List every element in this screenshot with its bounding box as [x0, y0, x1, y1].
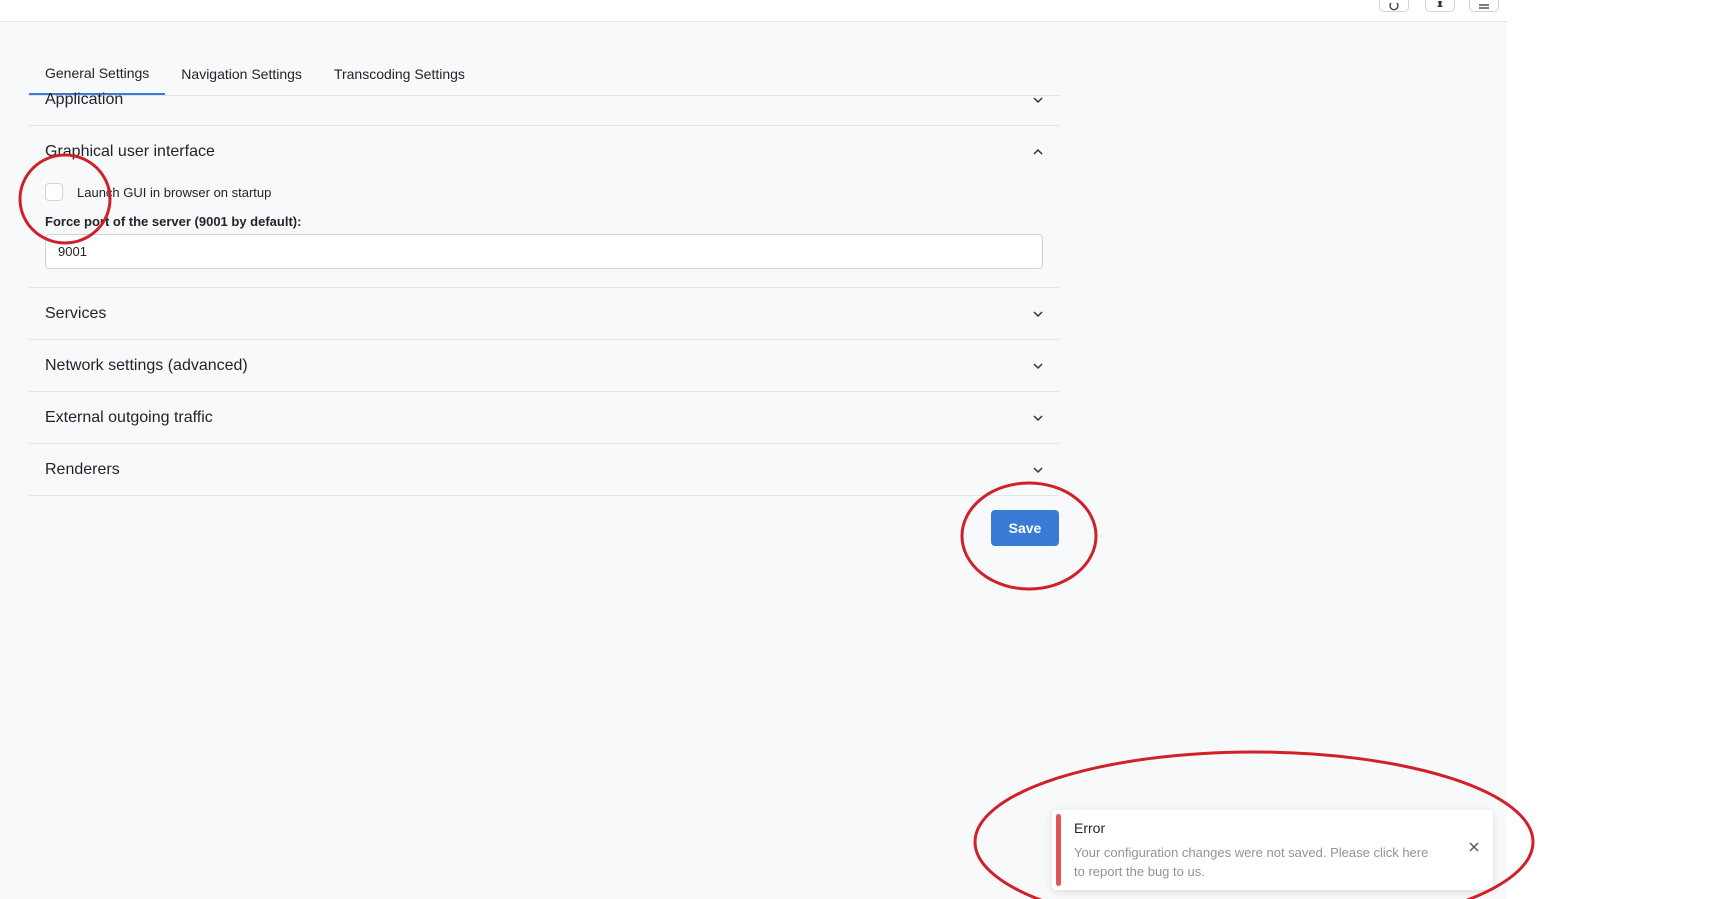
section-network: Network settings (advanced) — [29, 340, 1059, 392]
section-title: Application — [45, 90, 124, 108]
section-services-header[interactable]: Services — [29, 288, 1059, 339]
section-external-header[interactable]: External outgoing traffic — [29, 392, 1059, 443]
launch-gui-checkbox[interactable] — [45, 183, 63, 201]
section-title: Services — [45, 304, 107, 322]
chevron-up-icon — [1031, 145, 1045, 159]
port-input[interactable]: 9001 — [45, 234, 1043, 269]
section-network-header[interactable]: Network settings (advanced) — [29, 340, 1059, 391]
section-renderers: Renderers — [29, 444, 1059, 496]
section-renderers-header[interactable]: Renderers — [29, 444, 1059, 495]
chevron-down-icon — [1031, 463, 1045, 477]
section-title: Renderers — [45, 460, 120, 478]
toast-title: Error — [1074, 820, 1106, 836]
menu-icon[interactable] — [1469, 0, 1499, 12]
pin-icon[interactable] — [1425, 0, 1455, 12]
section-application-header[interactable]: Application — [29, 74, 1059, 125]
section-gui-header[interactable]: Graphical user interface — [29, 126, 1059, 177]
close-icon[interactable] — [1467, 840, 1481, 854]
save-button[interactable]: Save — [991, 510, 1059, 546]
section-title: Network settings (advanced) — [45, 356, 248, 374]
section-application: Application — [29, 74, 1059, 126]
chevron-down-icon — [1031, 307, 1045, 321]
section-services: Services — [29, 288, 1059, 340]
section-external-traffic: External outgoing traffic — [29, 392, 1059, 444]
top-header — [0, 0, 1507, 22]
toast-message[interactable]: Your configuration changes were not save… — [1074, 843, 1434, 881]
power-icon[interactable] — [1379, 0, 1409, 12]
port-label: Force port of the server (9001 by defaul… — [45, 214, 302, 229]
launch-gui-option: Launch GUI in browser on startup — [45, 183, 271, 201]
blank-area — [1507, 0, 1724, 899]
section-title: External outgoing traffic — [45, 408, 213, 426]
section-title: Graphical user interface — [45, 142, 215, 160]
chevron-down-icon — [1031, 359, 1045, 373]
error-indicator — [1056, 814, 1061, 886]
chevron-down-icon — [1031, 93, 1045, 107]
error-toast[interactable]: Error Your configuration changes were no… — [1052, 810, 1493, 890]
chevron-down-icon — [1031, 411, 1045, 425]
launch-gui-label: Launch GUI in browser on startup — [77, 184, 272, 200]
